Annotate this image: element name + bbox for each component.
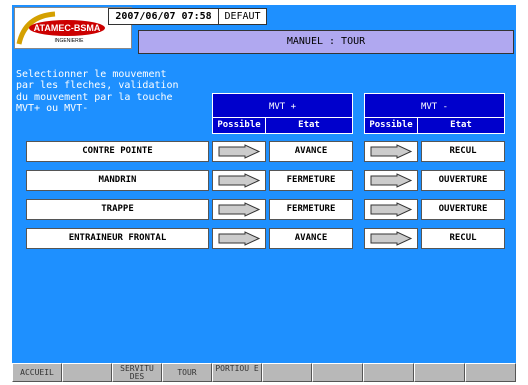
movement-button-contre-pointe[interactable]: CONTRE POINTE — [26, 141, 209, 162]
minus-possible-header: Possible — [364, 117, 418, 134]
datetime-display: 2007/06/07 07:58 — [108, 8, 219, 25]
fkey-7[interactable] — [312, 363, 363, 382]
plus-state-button[interactable]: FERMETURE — [269, 199, 353, 220]
function-key-bar: ACCUEIL SERVITU DES TOUR PORTIOU E — [12, 363, 516, 382]
movement-button-entraineur-frontal[interactable]: ENTRAINEUR FRONTAL — [26, 228, 209, 249]
plus-possible-header: Possible — [212, 117, 266, 134]
fkey-10[interactable] — [465, 363, 516, 382]
fkey-tour[interactable]: TOUR — [162, 363, 212, 382]
fkey-9[interactable] — [414, 363, 465, 382]
plus-possible-indicator — [212, 199, 266, 220]
minus-state-button[interactable]: OUVERTURE — [421, 199, 505, 220]
plus-possible-indicator — [212, 228, 266, 249]
arrow-right-icon — [218, 202, 261, 217]
plus-etat-header: Etat — [265, 117, 353, 134]
arrow-right-icon — [218, 173, 261, 188]
movement-button-mandrin[interactable]: MANDRIN — [26, 170, 209, 191]
fkey-6[interactable] — [262, 363, 312, 382]
fkey-8[interactable] — [363, 363, 414, 382]
minus-state-button[interactable]: OUVERTURE — [421, 170, 505, 191]
arrow-right-icon — [370, 173, 413, 188]
minus-possible-indicator — [364, 228, 418, 249]
arrow-right-icon — [218, 144, 261, 159]
plus-state-button[interactable]: FERMETURE — [269, 170, 353, 191]
fkey-portique[interactable]: PORTIOU E — [212, 363, 262, 382]
plus-possible-indicator — [212, 170, 266, 191]
mode-indicator: DEFAUT — [218, 8, 267, 25]
logo-subtext: INGENIERIE — [55, 38, 85, 44]
movement-button-trappe[interactable]: TRAPPE — [26, 199, 209, 220]
plus-possible-indicator — [212, 141, 266, 162]
fkey-servitudes[interactable]: SERVITU DES — [112, 363, 162, 382]
logo-text: ATAMEC-BSMA — [34, 23, 101, 33]
hmi-screen: ATAMEC-BSMA INGENIERIE 2007/06/07 07:58 … — [12, 5, 516, 382]
minus-possible-indicator — [364, 141, 418, 162]
fkey-2[interactable] — [62, 363, 112, 382]
minus-state-button[interactable]: RECUL — [421, 141, 505, 162]
page-title: MANUEL : TOUR — [138, 30, 514, 54]
fkey-accueil[interactable]: ACCUEIL — [12, 363, 62, 382]
arrow-right-icon — [370, 144, 413, 159]
minus-possible-indicator — [364, 170, 418, 191]
instructions-text: Selectionner le mouvement par les fleche… — [16, 69, 179, 114]
minus-possible-indicator — [364, 199, 418, 220]
plus-state-button[interactable]: AVANCE — [269, 228, 353, 249]
minus-etat-header: Etat — [417, 117, 505, 134]
arrow-right-icon — [370, 231, 413, 246]
minus-state-button[interactable]: RECUL — [421, 228, 505, 249]
plus-state-button[interactable]: AVANCE — [269, 141, 353, 162]
arrow-right-icon — [370, 202, 413, 217]
arrow-right-icon — [218, 231, 261, 246]
